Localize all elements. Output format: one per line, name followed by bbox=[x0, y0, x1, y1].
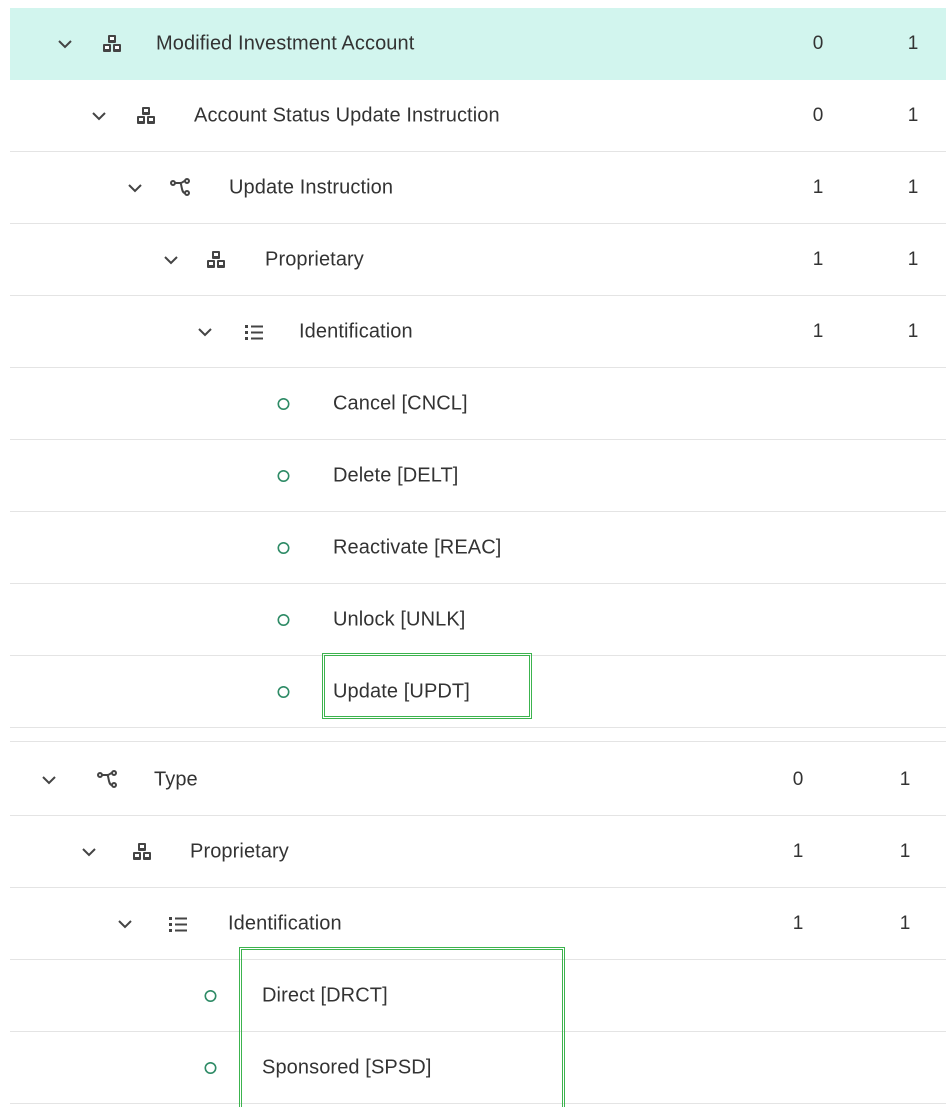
cubes-icon bbox=[103, 34, 121, 52]
tree-row-type[interactable]: Type 0 1 bbox=[10, 744, 946, 816]
min-occurs: 1 bbox=[792, 840, 804, 862]
max-occurs: 1 bbox=[899, 768, 911, 790]
chevron-down-icon[interactable] bbox=[116, 915, 134, 933]
tree-row-label: Identification bbox=[299, 320, 413, 342]
max-occurs: 1 bbox=[907, 248, 919, 270]
tree-row-label: Reactivate [REAC] bbox=[333, 536, 502, 558]
tree-row-code-spsd[interactable]: Sponsored [SPSD] bbox=[10, 1032, 946, 1104]
tree-row-label: Proprietary bbox=[190, 840, 289, 862]
max-occurs: 1 bbox=[907, 176, 919, 198]
tree-row-label: Modified Investment Account bbox=[156, 32, 415, 54]
chevron-down-icon[interactable] bbox=[196, 323, 214, 341]
tree-row-code-drct[interactable]: Direct [DRCT] bbox=[10, 960, 946, 1032]
tree-row-identification[interactable]: Identification 1 1 bbox=[10, 888, 946, 960]
min-occurs: 1 bbox=[812, 176, 824, 198]
choice-branch-icon bbox=[170, 177, 190, 196]
tree-row-label: Direct [DRCT] bbox=[262, 984, 388, 1006]
tree-row-code-updt[interactable]: Update [UPDT] bbox=[10, 656, 946, 728]
tree-row-modified-investment-account[interactable]: Modified Investment Account 0 1 bbox=[10, 8, 946, 80]
tree-row-update-instruction[interactable]: Update Instruction 1 1 bbox=[10, 152, 946, 224]
tree-row-label: Account Status Update Instruction bbox=[194, 104, 500, 126]
tree-row-proprietary[interactable]: Proprietary 1 1 bbox=[10, 816, 946, 888]
circle-icon bbox=[277, 469, 290, 482]
tree-row-label: Delete [DELT] bbox=[333, 464, 459, 486]
max-occurs: 1 bbox=[907, 320, 919, 342]
chevron-down-icon[interactable] bbox=[80, 843, 98, 861]
tree-row-label: Cancel [CNCL] bbox=[333, 392, 468, 414]
max-occurs: 1 bbox=[899, 840, 911, 862]
min-occurs: 1 bbox=[792, 912, 804, 934]
tree-row-account-status-update-instruction[interactable]: Account Status Update Instruction 0 1 bbox=[10, 80, 946, 152]
min-occurs: 0 bbox=[812, 104, 824, 126]
min-occurs: 0 bbox=[792, 768, 804, 790]
section-divider bbox=[10, 728, 946, 742]
cubes-icon bbox=[207, 250, 225, 268]
circle-icon bbox=[277, 541, 290, 554]
tree-row-code-unlk[interactable]: Unlock [UNLK] bbox=[10, 584, 946, 656]
tree-row-label: Type bbox=[154, 768, 198, 790]
tree-row-identification[interactable]: Identification 1 1 bbox=[10, 296, 946, 368]
list-icon bbox=[169, 916, 187, 932]
max-occurs: 1 bbox=[907, 104, 919, 126]
chevron-down-icon[interactable] bbox=[162, 251, 180, 269]
tree-row-label: Unlock [UNLK] bbox=[333, 608, 466, 630]
tree-row-proprietary[interactable]: Proprietary 1 1 bbox=[10, 224, 946, 296]
min-occurs: 0 bbox=[812, 32, 824, 54]
max-occurs: 1 bbox=[899, 912, 911, 934]
cubes-icon bbox=[137, 106, 155, 124]
chevron-down-icon[interactable] bbox=[126, 179, 144, 197]
circle-icon bbox=[204, 989, 217, 1002]
max-occurs: 1 bbox=[907, 32, 919, 54]
circle-icon bbox=[277, 613, 290, 626]
min-occurs: 1 bbox=[812, 320, 824, 342]
chevron-down-icon[interactable] bbox=[40, 771, 58, 789]
tree-row-label: Proprietary bbox=[265, 248, 364, 270]
chevron-down-icon[interactable] bbox=[90, 107, 108, 125]
circle-icon bbox=[277, 685, 290, 698]
tree-row-label: Update [UPDT] bbox=[333, 680, 470, 702]
tree-row-code-delt[interactable]: Delete [DELT] bbox=[10, 440, 946, 512]
list-icon bbox=[245, 324, 263, 340]
chevron-down-icon[interactable] bbox=[56, 35, 74, 53]
tree-row-code-reac[interactable]: Reactivate [REAC] bbox=[10, 512, 946, 584]
choice-branch-icon bbox=[97, 769, 117, 788]
tree-row-code-cncl[interactable]: Cancel [CNCL] bbox=[10, 368, 946, 440]
cubes-icon bbox=[133, 842, 151, 860]
circle-icon bbox=[204, 1061, 217, 1074]
tree-row-label: Update Instruction bbox=[229, 176, 394, 198]
tree-row-label: Identification bbox=[228, 912, 342, 934]
tree-row-label: Sponsored [SPSD] bbox=[262, 1056, 432, 1078]
min-occurs: 1 bbox=[812, 248, 824, 270]
circle-icon bbox=[277, 397, 290, 410]
